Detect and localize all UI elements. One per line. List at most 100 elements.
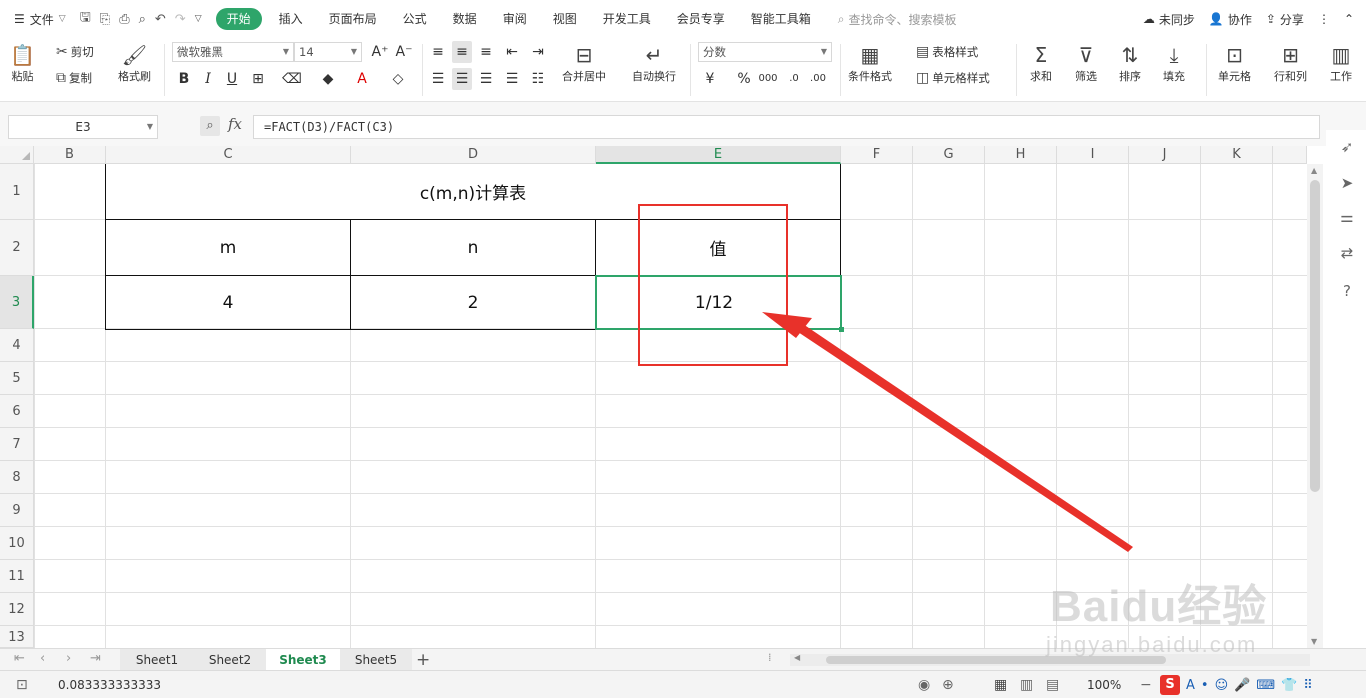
name-box[interactable]: E3 ▼ [8, 115, 158, 139]
rows-cols-button[interactable]: ⊞ 行和列 [1274, 42, 1307, 84]
tab-view[interactable]: 视图 [540, 8, 590, 30]
ime-logo-icon[interactable]: S [1160, 675, 1180, 695]
command-search[interactable]: ⌕ 查找命令、搜索模板 [838, 11, 957, 28]
tab-review[interactable]: 审阅 [490, 8, 540, 30]
cell-c3[interactable]: 4 [106, 276, 350, 329]
row-header-9[interactable]: 9 [0, 494, 34, 527]
row-header-12[interactable]: 12 [0, 593, 34, 626]
sheet-tab-sheet3[interactable]: Sheet3 [266, 649, 340, 671]
customize-quick-access-icon[interactable]: ▽ [195, 14, 202, 24]
cell-style-button[interactable]: ◫ 单元格样式 [916, 70, 990, 86]
sync-status[interactable]: ☁ 未同步 [1143, 11, 1195, 28]
column-header-partial[interactable] [1273, 146, 1307, 164]
scroll-left-icon[interactable]: ◀ [794, 653, 800, 662]
increase-indent-icon[interactable]: ⇥ [528, 41, 548, 63]
column-header-k[interactable]: K [1201, 146, 1273, 164]
help-icon[interactable]: ? [1338, 282, 1356, 300]
column-header-h[interactable]: H [985, 146, 1057, 164]
tab-developer[interactable]: 开发工具 [590, 8, 664, 30]
increase-font-icon[interactable]: A⁺ [370, 41, 390, 63]
wrap-text-button[interactable]: ↵ 自动换行 [632, 42, 676, 84]
ime-keyboard-icon[interactable]: ⌨ [1256, 678, 1275, 693]
horizontal-scrollbar[interactable]: ◀ [790, 653, 1310, 666]
tab-member[interactable]: 会员专享 [664, 8, 738, 30]
column-header-e[interactable]: E [596, 146, 841, 164]
transform-icon[interactable]: ⇄ [1338, 244, 1356, 262]
column-header-c[interactable]: C [106, 146, 351, 164]
formula-input[interactable]: =FACT(D3)/FACT(C3) [253, 115, 1320, 139]
eye-protection-icon[interactable]: ◉ [918, 677, 930, 693]
decrease-decimal-icon[interactable]: .00 [808, 68, 828, 90]
italic-icon[interactable]: I [198, 68, 218, 90]
ime-punct-icon[interactable]: • [1201, 678, 1209, 693]
collaborate-button[interactable]: 👤 协作 [1209, 11, 1252, 28]
first-sheet-icon[interactable]: ⇤ [14, 651, 25, 666]
number-format-select[interactable]: 分数 ▼ [698, 42, 832, 62]
column-header-d[interactable]: D [351, 146, 596, 164]
distribute-icon[interactable]: ☷ [528, 68, 548, 90]
add-sheet-icon[interactable]: + [416, 649, 430, 671]
select-all-corner[interactable] [0, 146, 34, 164]
thousands-separator-icon[interactable]: 000 [758, 68, 778, 90]
fill-color-icon[interactable]: ◆ [318, 68, 338, 90]
row-header-10[interactable]: 10 [0, 527, 34, 560]
column-header-j[interactable]: J [1129, 146, 1201, 164]
tab-formulas[interactable]: 公式 [390, 8, 440, 30]
clear-format-icon[interactable]: ⌫ [282, 68, 302, 90]
undo-icon[interactable]: ↶ [155, 12, 166, 27]
cut-button[interactable]: ✂ 剪切 [56, 44, 94, 60]
row-header-8[interactable]: 8 [0, 461, 34, 494]
decrease-font-icon[interactable]: A⁻ [394, 41, 414, 63]
align-bottom-icon[interactable]: ≡ [476, 41, 496, 63]
borders-icon[interactable]: ⊞ [248, 68, 268, 90]
prev-sheet-icon[interactable]: ‹ [40, 651, 45, 666]
align-top-icon[interactable]: ≡ [428, 41, 448, 63]
vertical-scroll-thumb[interactable] [1310, 180, 1320, 492]
row-header-4[interactable]: 4 [0, 329, 34, 362]
split-handle-icon[interactable]: ⁞ [768, 651, 772, 664]
sheet-tab-sheet5[interactable]: Sheet5 [340, 649, 412, 671]
sort-button[interactable]: ⇅ 排序 [1119, 42, 1141, 84]
autosum-button[interactable]: Σ 求和 [1030, 42, 1052, 84]
save-icon[interactable]: 🖫 [80, 8, 91, 30]
cells-button[interactable]: ⊡ 单元格 [1218, 42, 1251, 84]
vertical-scrollbar[interactable]: ▲ ▼ [1307, 164, 1323, 648]
rocket-icon[interactable]: ➶ [1338, 138, 1356, 156]
font-name-select[interactable]: 微软雅黑 ▼ [172, 42, 294, 62]
print-icon[interactable]: ⎙ [119, 12, 129, 27]
eraser-icon[interactable]: ◇ [388, 68, 408, 90]
ime-skin-icon[interactable]: 👕 [1281, 678, 1297, 693]
zoom-level[interactable]: 100% [1087, 678, 1121, 692]
row-header-7[interactable]: 7 [0, 428, 34, 461]
last-sheet-icon[interactable]: ⇥ [90, 651, 101, 666]
tab-page-layout[interactable]: 页面布局 [316, 8, 390, 30]
sheet-tab-sheet2[interactable]: Sheet2 [194, 649, 266, 671]
zoom-out-icon[interactable]: − [1140, 677, 1152, 693]
horizontal-scroll-thumb[interactable] [826, 656, 1166, 664]
ime-menu-icon[interactable]: ⠿ [1303, 678, 1313, 693]
tab-insert[interactable]: 插入 [266, 8, 316, 30]
page-layout-view-icon[interactable]: ▥ [1020, 677, 1033, 693]
bold-icon[interactable]: B [174, 68, 194, 90]
font-size-select[interactable]: 14 ▼ [294, 42, 362, 62]
macro-icon[interactable]: ⊡ [16, 677, 28, 693]
increase-decimal-icon[interactable]: .0 [784, 68, 804, 90]
page-break-view-icon[interactable]: ▤ [1046, 677, 1059, 693]
column-header-b[interactable]: B [34, 146, 106, 164]
more-options-button[interactable]: ⋮ [1318, 12, 1330, 26]
tab-data[interactable]: 数据 [440, 8, 490, 30]
collapse-ribbon-button[interactable]: ⌃ [1344, 12, 1354, 26]
fill-handle[interactable] [839, 327, 844, 332]
header-n[interactable]: n [351, 220, 595, 275]
align-left-icon[interactable]: ☰ [428, 68, 448, 90]
scroll-down-icon[interactable]: ▼ [1311, 637, 1317, 646]
settings-sliders-icon[interactable]: ⚌ [1338, 208, 1356, 226]
next-sheet-icon[interactable]: › [66, 651, 71, 666]
column-header-i[interactable]: I [1057, 146, 1129, 164]
tab-home[interactable]: 开始 [215, 8, 262, 30]
sheet-tab-sheet1[interactable]: Sheet1 [120, 649, 194, 671]
decrease-indent-icon[interactable]: ⇤ [502, 41, 522, 63]
row-header-6[interactable]: 6 [0, 395, 34, 428]
cell-d3[interactable]: 2 [351, 276, 595, 329]
percent-icon[interactable]: % [734, 68, 754, 90]
